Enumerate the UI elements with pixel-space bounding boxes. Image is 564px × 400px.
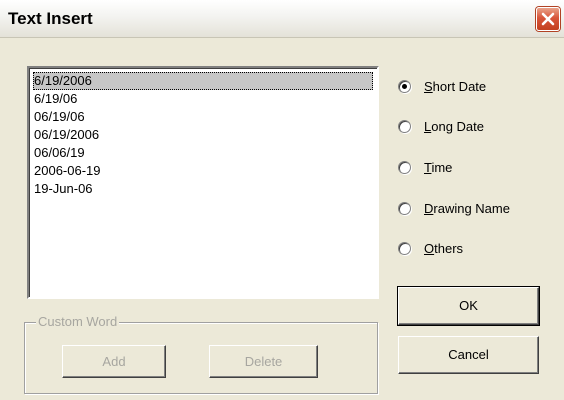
close-button[interactable] — [536, 7, 560, 31]
list-item[interactable]: 6/19/06 — [33, 90, 373, 108]
cancel-button[interactable]: Cancel — [398, 336, 539, 374]
radio-button[interactable] — [398, 202, 411, 215]
radio-button[interactable] — [398, 120, 411, 133]
ok-button[interactable]: OK — [397, 286, 540, 326]
radio-button[interactable] — [398, 242, 411, 255]
list-item[interactable]: 06/06/19 — [33, 144, 373, 162]
close-icon — [541, 12, 555, 26]
radio-label[interactable]: Long Date — [424, 118, 484, 136]
window-title: Text Insert — [8, 9, 93, 28]
list-item[interactable]: 2006-06-19 — [33, 162, 373, 180]
radio-label[interactable]: Time — [424, 159, 452, 177]
add-button[interactable]: Add — [62, 345, 166, 378]
delete-button[interactable]: Delete — [209, 345, 318, 378]
radio-button[interactable] — [398, 161, 411, 174]
list-item[interactable]: 6/19/2006 — [33, 72, 373, 90]
radio-label[interactable]: Short Date — [424, 78, 486, 96]
radio-label[interactable]: Drawing Name — [424, 200, 510, 218]
title-bar[interactable]: Text Insert — [0, 0, 564, 38]
list-item[interactable]: 19-Jun-06 — [33, 180, 373, 198]
list-item[interactable]: 06/19/2006 — [33, 126, 373, 144]
custom-word-group-label: Custom Word — [36, 314, 120, 329]
radio-label[interactable]: Others — [424, 240, 463, 258]
date-format-listbox[interactable]: 6/19/2006 6/19/06 06/19/06 06/19/2006 06… — [27, 66, 379, 299]
list-item[interactable]: 06/19/06 — [33, 108, 373, 126]
radio-checked-dot — [402, 84, 407, 89]
radio-button[interactable] — [398, 80, 411, 93]
